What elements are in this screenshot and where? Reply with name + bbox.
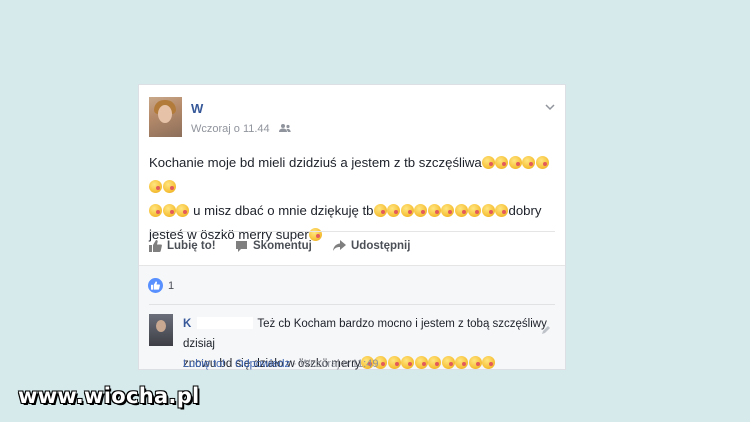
post-text-line2a: u misz dbać o mnie dziękuję tb xyxy=(193,203,374,218)
edit-pencil-icon[interactable] xyxy=(541,322,551,334)
divider xyxy=(149,304,555,305)
kiss-emoji-icon xyxy=(482,356,496,369)
like-reaction-icon xyxy=(148,278,163,293)
kiss-emoji-icon xyxy=(495,204,508,217)
kiss-emoji-icon xyxy=(387,356,401,369)
kiss-emoji-icon xyxy=(162,204,176,217)
comment-button[interactable]: Skomentuj xyxy=(235,240,312,252)
kiss-emoji-icon xyxy=(454,204,468,217)
reaction-summary[interactable]: 1 xyxy=(148,278,174,293)
kiss-emoji-icon xyxy=(441,204,454,217)
post-timestamp[interactable]: Wczoraj o 11.44 xyxy=(191,123,270,135)
post-author-name[interactable]: W xyxy=(191,101,203,116)
like-icon xyxy=(149,240,162,252)
separator: · xyxy=(225,358,235,370)
kiss-emoji-icon xyxy=(441,356,455,369)
kiss-emoji-icon xyxy=(522,156,536,169)
post-text-line1: Kochanie moje bd mieli dzidziuś a jestem… xyxy=(149,155,482,170)
comment-author-name[interactable]: K xyxy=(183,318,191,330)
share-label: Udostępnij xyxy=(351,240,411,252)
reaction-count: 1 xyxy=(168,279,175,292)
separator: · xyxy=(290,358,300,370)
kiss-emoji-icon xyxy=(176,204,189,217)
kiss-emoji-icon xyxy=(508,156,522,169)
comment-label: Skomentuj xyxy=(253,240,312,252)
comment-timestamp[interactable]: Wczoraj o 11:49 xyxy=(300,358,379,370)
kiss-emoji-icon xyxy=(401,356,415,369)
kiss-emoji-icon xyxy=(149,204,162,217)
like-button[interactable]: Lubię to! xyxy=(149,240,216,252)
kiss-emoji-icon xyxy=(414,204,427,217)
kiss-emoji-icon xyxy=(427,204,441,217)
redacted-name xyxy=(197,317,254,329)
like-label: Lubię to! xyxy=(167,240,216,252)
kiss-emoji-icon xyxy=(387,204,400,217)
post-text-line2b: dobry xyxy=(508,203,542,218)
kiss-emoji-icon xyxy=(414,356,428,369)
kiss-emoji-icon xyxy=(373,204,387,217)
facebook-post-card: W Wczoraj o 11.44 Kochanie moje bd mieli… xyxy=(138,84,566,370)
comment-icon xyxy=(235,240,248,252)
chevron-down-icon[interactable] xyxy=(545,99,555,111)
watermark: www.wiocha.pl xyxy=(18,384,200,408)
kiss-emoji-icon xyxy=(162,180,176,193)
post-meta: Wczoraj o 11.44 xyxy=(191,123,291,136)
kiss-emoji-icon xyxy=(481,156,495,169)
comment-meta: Lubię to! · Odpowiedz · Wczoraj o 11:49 xyxy=(183,358,378,370)
share-button[interactable]: Udostępnij xyxy=(333,240,410,252)
kiss-emoji-icon xyxy=(468,204,481,217)
kiss-emoji-icon xyxy=(455,356,469,369)
author-avatar[interactable] xyxy=(149,97,182,137)
post-header: W Wczoraj o 11.44 xyxy=(149,97,555,143)
share-icon xyxy=(333,240,346,252)
kiss-emoji-icon xyxy=(495,156,509,169)
kiss-emoji-icon xyxy=(535,156,549,169)
kiss-emoji-icon xyxy=(400,204,414,217)
kiss-emoji-icon xyxy=(481,204,495,217)
kiss-emoji-icon xyxy=(468,356,482,369)
comment-like-link[interactable]: Lubię to! xyxy=(183,358,225,370)
audience-friends-icon[interactable] xyxy=(278,123,291,136)
kiss-emoji-icon xyxy=(149,180,162,193)
comment-reply-link[interactable]: Odpowiedz xyxy=(235,358,290,370)
reactions-and-comments: 1 K Też cb Kocham bardzo mocno i jestem z… xyxy=(139,265,565,370)
post-actions-bar: Lubię to! Skomentuj Udostępnij xyxy=(149,231,555,266)
commenter-avatar[interactable] xyxy=(149,314,173,346)
kiss-emoji-icon xyxy=(428,356,442,369)
